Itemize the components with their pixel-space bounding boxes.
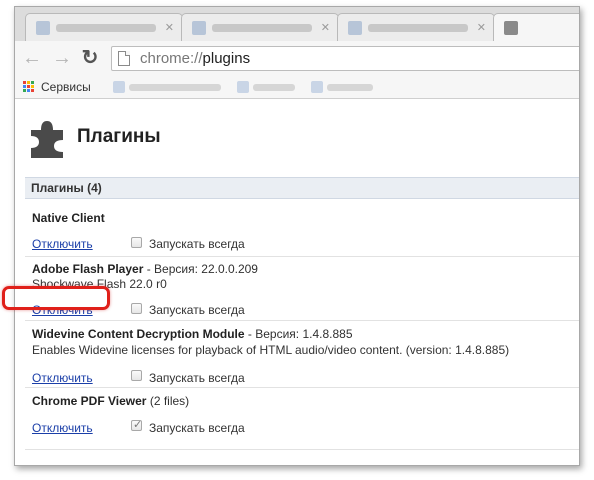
always-run-label: Запускать всегда bbox=[149, 371, 245, 385]
always-run-checkbox[interactable] bbox=[131, 418, 142, 431]
back-arrow-icon[interactable]: ← bbox=[21, 47, 43, 69]
tab-title-blurred bbox=[56, 24, 156, 32]
disable-link[interactable]: Отключить bbox=[32, 237, 93, 251]
always-run-checkbox[interactable] bbox=[131, 303, 142, 314]
plugin-name-text: Adobe Flash Player bbox=[32, 262, 144, 276]
tab-favicon bbox=[36, 21, 50, 35]
address-url: chrome://plugins bbox=[140, 50, 250, 67]
highlight-annotation bbox=[2, 286, 110, 310]
bookmark-services[interactable]: Сервисы bbox=[41, 80, 91, 94]
tab-favicon bbox=[348, 21, 362, 35]
plugin-version: 1.4.8.885 bbox=[302, 327, 353, 341]
bookmarks-bar: Сервисы bbox=[15, 75, 579, 99]
bookmark-label-blurred bbox=[129, 84, 221, 91]
browser-tab-2[interactable]: ✕ bbox=[181, 13, 339, 41]
close-icon[interactable]: ✕ bbox=[165, 21, 174, 34]
toolbar: ← → ↻ chrome://plugins bbox=[15, 41, 579, 75]
always-run-checkbox[interactable] bbox=[131, 370, 142, 381]
section-header: Плагины (4) bbox=[25, 177, 579, 199]
bookmark-blurred[interactable] bbox=[311, 81, 375, 93]
plugin-version-label: - Версия: bbox=[143, 262, 202, 276]
plugin-name: Widevine Content Decryption Module - Вер… bbox=[32, 327, 353, 341]
plugin-name: Adobe Flash Player - Версия: 22.0.0.209 bbox=[32, 262, 258, 276]
plugin-name-text: Widevine Content Decryption Module bbox=[32, 327, 245, 341]
apps-grid-icon[interactable] bbox=[23, 81, 35, 93]
bookmark-icon bbox=[113, 81, 125, 93]
plugin-native-client: Native Client Отключить Запускать всегда bbox=[25, 199, 579, 257]
bookmark-blurred[interactable] bbox=[237, 81, 297, 93]
plugin-version-label: - Версия: bbox=[244, 327, 303, 341]
plugin-files-count: (2 files) bbox=[146, 394, 190, 408]
always-run-label: Запускать всегда bbox=[149, 421, 245, 435]
page-content: Плагины Плагины (4) Native Client Отключ… bbox=[15, 100, 579, 465]
url-scheme: chrome:// bbox=[140, 50, 203, 67]
reload-icon[interactable]: ↻ bbox=[79, 47, 101, 69]
always-run-checkbox[interactable] bbox=[131, 237, 142, 248]
page-icon bbox=[118, 51, 130, 66]
bookmark-icon bbox=[311, 81, 323, 93]
browser-window: ✕ ✕ ✕ ← → ↻ chrome://plugins Сервисы Пла… bbox=[14, 6, 580, 466]
tab-strip: ✕ ✕ ✕ bbox=[15, 7, 579, 41]
plugin-name-text: Native Client bbox=[32, 211, 105, 225]
disable-link[interactable]: Отключить bbox=[32, 371, 93, 385]
puzzle-icon bbox=[31, 121, 63, 158]
address-bar[interactable]: chrome://plugins bbox=[111, 46, 579, 71]
puzzle-tab-icon bbox=[504, 21, 518, 35]
browser-tab-active[interactable] bbox=[493, 13, 579, 41]
bookmark-blurred[interactable] bbox=[113, 81, 223, 93]
close-icon[interactable]: ✕ bbox=[477, 21, 486, 34]
browser-tab-1[interactable]: ✕ bbox=[25, 13, 183, 41]
bookmark-label-blurred bbox=[253, 84, 295, 91]
bookmark-icon bbox=[237, 81, 249, 93]
page-title: Плагины bbox=[77, 126, 161, 147]
url-path: plugins bbox=[202, 50, 251, 67]
plugin-name: Chrome PDF Viewer (2 files) bbox=[32, 394, 189, 408]
browser-tab-3[interactable]: ✕ bbox=[337, 13, 495, 41]
plugin-chrome-pdf: Chrome PDF Viewer (2 files) Отключить За… bbox=[25, 388, 579, 450]
bookmark-label-blurred bbox=[327, 84, 373, 91]
disable-link[interactable]: Отключить bbox=[32, 421, 93, 435]
tab-title-blurred bbox=[212, 24, 312, 32]
plugin-description: Enables Widevine licenses for playback o… bbox=[32, 343, 510, 357]
tab-title-blurred bbox=[368, 24, 468, 32]
always-run-label: Запускать всегда bbox=[149, 237, 245, 251]
plugin-name: Native Client bbox=[32, 211, 105, 225]
plugin-name-text: Chrome PDF Viewer bbox=[32, 394, 147, 408]
plugin-widevine: Widevine Content Decryption Module - Вер… bbox=[25, 321, 579, 388]
plugin-version: 22.0.0.209 bbox=[201, 262, 258, 276]
close-icon[interactable]: ✕ bbox=[321, 21, 330, 34]
always-run-label: Запускать всегда bbox=[149, 303, 245, 317]
forward-arrow-icon[interactable]: → bbox=[51, 47, 73, 69]
tab-favicon bbox=[192, 21, 206, 35]
